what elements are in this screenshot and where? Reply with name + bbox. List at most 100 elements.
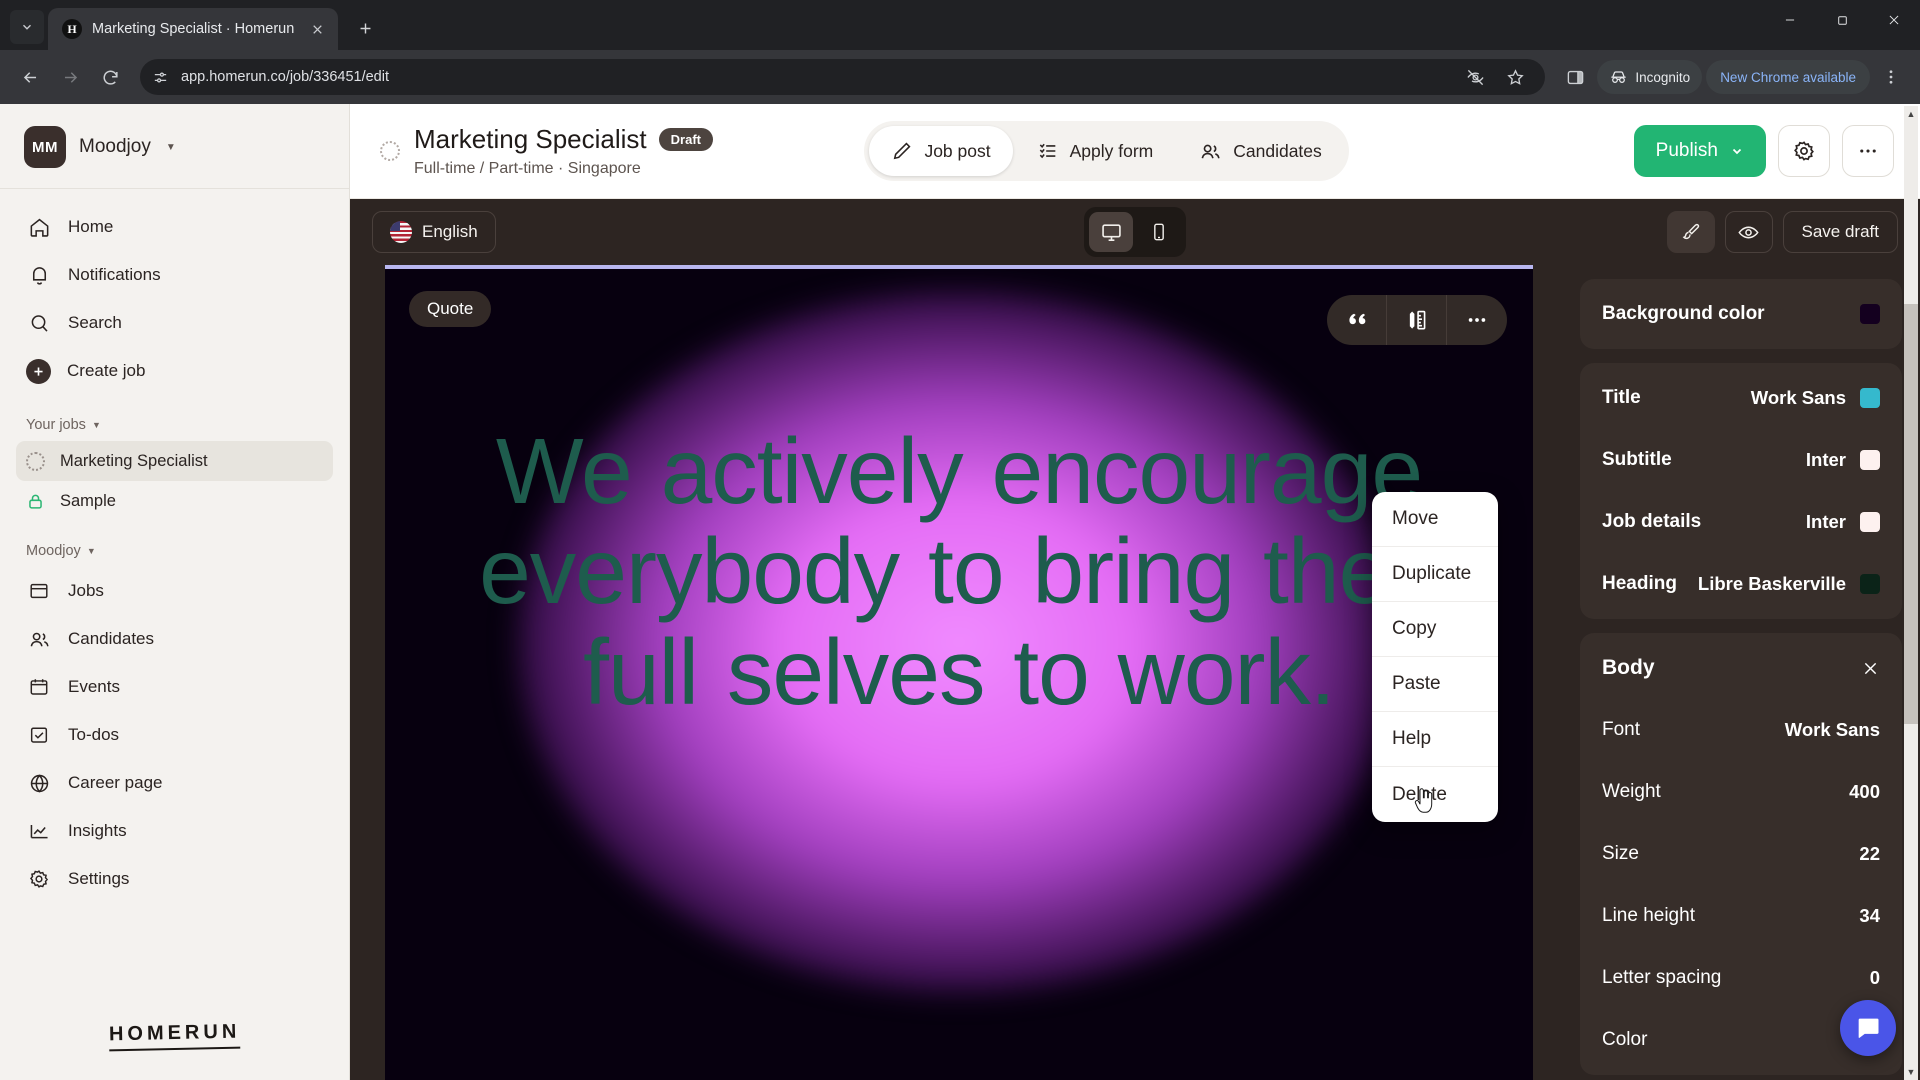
tab-apply-form[interactable]: Apply form — [1015, 126, 1176, 176]
body-value: 0 — [1869, 967, 1880, 988]
context-menu-item-copy[interactable]: Copy — [1372, 602, 1498, 657]
body-row-letter-spacing[interactable]: Letter spacing 0 — [1580, 947, 1902, 1009]
sidebar-item-search[interactable]: Search — [16, 299, 333, 347]
back-icon[interactable] — [12, 59, 48, 95]
sidebar-item-label: Search — [68, 313, 122, 332]
sidebar-item-settings[interactable]: Settings — [16, 855, 333, 903]
quote-icon[interactable] — [1327, 295, 1387, 345]
chrome-menu-icon[interactable] — [1874, 60, 1908, 94]
tab-search-button[interactable] — [10, 10, 44, 44]
chat-bubble-icon[interactable] — [1840, 1000, 1896, 1056]
sidebar-job-marketing-specialist[interactable]: Marketing Specialist — [16, 441, 333, 481]
job-settings-button[interactable] — [1777, 125, 1830, 177]
workspace-group[interactable]: Moodjoy ▼ — [0, 521, 349, 567]
sidebar-item-jobs[interactable]: Jobs — [16, 567, 333, 615]
body-row-weight[interactable]: Weight 400 — [1580, 761, 1902, 823]
body-row-line-height[interactable]: Line height 34 — [1580, 885, 1902, 947]
tab-job-post[interactable]: Job post — [869, 126, 1013, 176]
browser-toolbar: app.homerun.co/job/336451/edit Incognito… — [0, 50, 1920, 104]
job-identity: Marketing Specialist Draft Full-time / P… — [380, 124, 713, 178]
body-row-size[interactable]: Size 22 — [1580, 823, 1902, 885]
context-menu-item-duplicate[interactable]: Duplicate — [1372, 547, 1498, 602]
sidebar-item-events[interactable]: Events — [16, 663, 333, 711]
tab-label: Candidates — [1233, 140, 1322, 161]
desktop-icon[interactable] — [1089, 212, 1133, 252]
page-scrollbar-thumb[interactable] — [1904, 304, 1918, 724]
context-menu-item-help[interactable]: Help — [1372, 712, 1498, 767]
sidebar-item-career-page[interactable]: Career page — [16, 759, 333, 807]
your-jobs-label: Your jobs — [26, 417, 86, 433]
address-bar[interactable]: app.homerun.co/job/336451/edit — [140, 59, 1546, 95]
chrome-update-button[interactable]: New Chrome available — [1706, 60, 1870, 94]
side-panel-icon[interactable] — [1557, 59, 1593, 95]
tab-title: Marketing Specialist · Homerun — [92, 21, 295, 37]
close-icon[interactable] — [1861, 659, 1880, 678]
ruler-pencil-icon[interactable] — [1387, 295, 1447, 345]
save-draft-button[interactable]: Save draft — [1782, 211, 1898, 253]
site-settings-icon[interactable] — [152, 69, 169, 86]
context-menu-item-delete[interactable]: Delete — [1372, 767, 1498, 822]
incognito-indicator[interactable]: Incognito — [1597, 60, 1703, 94]
tab-candidates[interactable]: Candidates — [1177, 126, 1344, 176]
typography-label: Title — [1602, 387, 1641, 408]
mobile-icon[interactable] — [1137, 212, 1181, 252]
browser-tab[interactable]: H Marketing Specialist · Homerun — [48, 8, 338, 50]
your-jobs-group[interactable]: Your jobs ▼ — [0, 395, 349, 441]
window-close-icon[interactable] — [1868, 0, 1920, 40]
maximize-icon[interactable] — [1816, 0, 1868, 40]
workspace-nav: Jobs Candidates Events To-dos Career pag… — [0, 567, 349, 903]
context-menu-item-paste[interactable]: Paste — [1372, 657, 1498, 712]
sidebar-item-todos[interactable]: To-dos — [16, 711, 333, 759]
org-switcher[interactable]: MM Moodjoy ▼ — [0, 104, 349, 188]
scroll-up-arrow[interactable]: ▲ — [1904, 106, 1918, 122]
body-row-font[interactable]: Font Work Sans — [1580, 699, 1902, 761]
plus-circle-icon — [26, 358, 51, 384]
sidebar-item-notifications[interactable]: Notifications — [16, 251, 333, 299]
context-menu-item-move[interactable]: Move — [1372, 492, 1498, 547]
ellipsis-icon[interactable] — [1447, 295, 1507, 345]
chevron-down-icon[interactable]: ▼ — [87, 546, 96, 556]
sidebar-item-label: To-dos — [68, 725, 120, 744]
color-swatch[interactable] — [1860, 304, 1880, 324]
sidebar-item-home[interactable]: Home — [16, 203, 333, 251]
bookmark-star-icon[interactable] — [1497, 59, 1533, 95]
background-card: Background color — [1580, 279, 1902, 349]
job-more-button[interactable] — [1841, 125, 1894, 177]
language-selector[interactable]: English — [372, 211, 496, 253]
color-swatch[interactable] — [1860, 574, 1880, 594]
color-swatch[interactable] — [1860, 512, 1880, 532]
color-swatch[interactable] — [1860, 388, 1880, 408]
chevron-down-icon[interactable] — [1730, 144, 1744, 158]
org-name: Moodjoy — [79, 136, 151, 157]
reload-icon[interactable] — [92, 59, 128, 95]
eye-icon[interactable] — [1724, 211, 1773, 253]
typography-value-wrap: Libre Baskerville — [1698, 573, 1880, 595]
chevron-down-icon[interactable]: ▼ — [166, 142, 176, 153]
background-color-label: Background color — [1602, 303, 1765, 324]
sidebar-job-sample[interactable]: Sample — [16, 481, 333, 521]
typography-row-job-details[interactable]: Job details Inter — [1580, 491, 1902, 553]
dotted-circle-icon — [26, 451, 45, 471]
sidebar-item-label: Settings — [68, 869, 130, 888]
typography-row-title[interactable]: Title Work Sans — [1580, 367, 1902, 429]
new-tab-button[interactable] — [348, 11, 382, 45]
forward-icon[interactable] — [52, 59, 88, 95]
sidebar-item-label: Career page — [68, 773, 163, 792]
typography-row-subtitle[interactable]: Subtitle Inter — [1580, 429, 1902, 491]
typography-row-heading[interactable]: Heading Libre Baskerville — [1580, 553, 1902, 615]
hidden-eye-icon[interactable] — [1457, 59, 1493, 95]
paintbrush-icon[interactable] — [1666, 211, 1715, 253]
editor-toolbar: English Save draft — [350, 199, 1920, 265]
close-icon[interactable] — [306, 18, 328, 40]
minimize-icon[interactable] — [1764, 0, 1816, 40]
sidebar-item-candidates[interactable]: Candidates — [16, 615, 333, 663]
color-swatch[interactable] — [1860, 450, 1880, 470]
sidebar-item-create-job[interactable]: Create job — [16, 347, 333, 395]
scroll-down-arrow[interactable]: ▼ — [1904, 1064, 1918, 1080]
chevron-down-icon[interactable]: ▼ — [92, 420, 101, 430]
background-color-row[interactable]: Background color — [1580, 283, 1902, 345]
publish-button[interactable]: Publish — [1633, 125, 1766, 177]
body-title: Body — [1602, 656, 1655, 679]
job-post-canvas[interactable]: Quote We actively encourage everybody to… — [385, 265, 1533, 1080]
sidebar-item-insights[interactable]: Insights — [16, 807, 333, 855]
